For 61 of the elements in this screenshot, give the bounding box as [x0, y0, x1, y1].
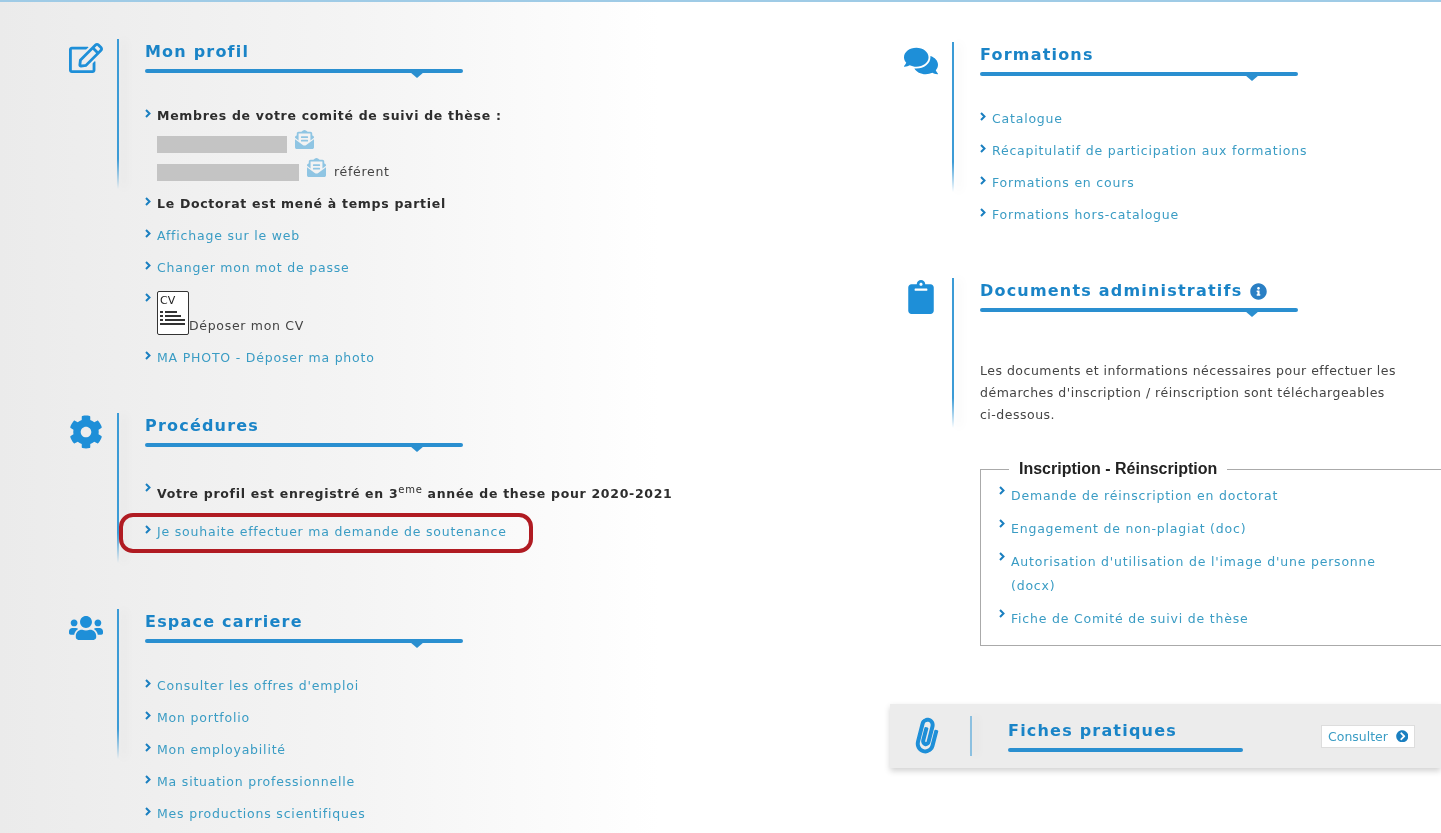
link[interactable]: Fiche de Comité de suivi de thèse — [1011, 607, 1249, 631]
chevron-icon — [999, 609, 1005, 618]
link[interactable]: MA PHOTO - Déposer ma photo — [157, 349, 375, 367]
consult-button[interactable]: Consulter — [1321, 724, 1416, 748]
link[interactable]: Mes productions scientifiques — [157, 805, 366, 823]
chevron-icon — [145, 679, 151, 688]
link[interactable]: Catalogue — [992, 110, 1063, 128]
status-text: Votre profil est enregistré en 3$^{eme}$ année de these pour 2020-2021 — [157, 483, 673, 504]
link[interactable]: Affichage sur le web — [157, 227, 300, 245]
chevron-icon — [145, 229, 151, 238]
chevron-icon — [999, 552, 1005, 561]
section-title: Fiches pratiques — [1008, 720, 1178, 742]
fieldset-legend: Inscription - Réinscription — [1009, 460, 1228, 478]
edit-icon — [69, 41, 103, 75]
chevron-icon — [980, 208, 986, 217]
chevron-icon — [980, 144, 986, 153]
envelope-icon[interactable] — [295, 130, 314, 149]
cv-document-icon[interactable]: CV — [157, 291, 189, 335]
member-role: référent — [334, 163, 390, 181]
link[interactable]: Ma situation professionnelle — [157, 773, 356, 791]
section-title: Espace carriere — [145, 611, 303, 633]
link[interactable]: Formations hors-catalogue — [992, 206, 1180, 224]
link[interactable]: Déposer mon CV — [189, 317, 304, 335]
chevron-icon — [145, 109, 151, 118]
section-title: Documents administratifs — [980, 280, 1243, 302]
link[interactable]: Récapitulatif de participation aux formations — [992, 142, 1308, 160]
settings-icon — [69, 415, 103, 449]
chevron-icon — [145, 775, 151, 784]
link[interactable]: Demande de réinscription en doctorat — [1011, 484, 1279, 508]
link[interactable]: Je souhaite effectuer ma demande de soutenance — [157, 523, 507, 542]
link[interactable]: Changer mon mot de passe — [157, 259, 350, 277]
section-title: Mon profil — [145, 41, 250, 63]
chevron-icon — [145, 525, 151, 535]
link[interactable]: Autorisation d'utilisation de l'image d'une personne (docx) — [1011, 550, 1399, 598]
chevron-icon — [145, 483, 151, 492]
chevron-icon — [999, 486, 1005, 495]
chevron-icon — [145, 743, 151, 752]
status-text: Le Doctorat est mené à temps partiel — [157, 195, 446, 213]
chevron-icon — [980, 176, 986, 185]
icon-label: CV — [160, 295, 176, 307]
chevron-icon — [145, 197, 151, 206]
chevron-icon — [999, 519, 1005, 528]
chevron-icon — [980, 112, 986, 121]
link[interactable]: Mon portfolio — [157, 709, 250, 727]
lines-icon — [160, 311, 186, 327]
section-title: Formations — [980, 44, 1094, 66]
chevron-icon — [145, 711, 151, 720]
chevron-icon — [145, 351, 151, 360]
chevron-icon — [145, 807, 151, 816]
link[interactable]: Engagement de non-plagiat (doc) — [1011, 517, 1247, 541]
info-icon[interactable] — [1250, 282, 1268, 300]
section-title: Procédures — [145, 415, 260, 437]
link[interactable]: Mon employabilité — [157, 741, 286, 759]
description-text: Les documents et informations nécessaires pour effectuer les démarches d'inscription / réinscription sont téléchargeables ci-dessous. — [980, 362, 1398, 424]
envelope-icon[interactable] — [307, 158, 326, 177]
link[interactable]: Formations en cours — [992, 174, 1135, 192]
chevron-icon — [145, 261, 151, 270]
members-heading: Membres de votre comité de suivi de thèse : — [157, 107, 502, 125]
link[interactable]: Consulter les offres d'emploi — [157, 677, 359, 695]
chevron-icon — [145, 293, 151, 302]
arrow-right-icon — [1395, 729, 1409, 743]
